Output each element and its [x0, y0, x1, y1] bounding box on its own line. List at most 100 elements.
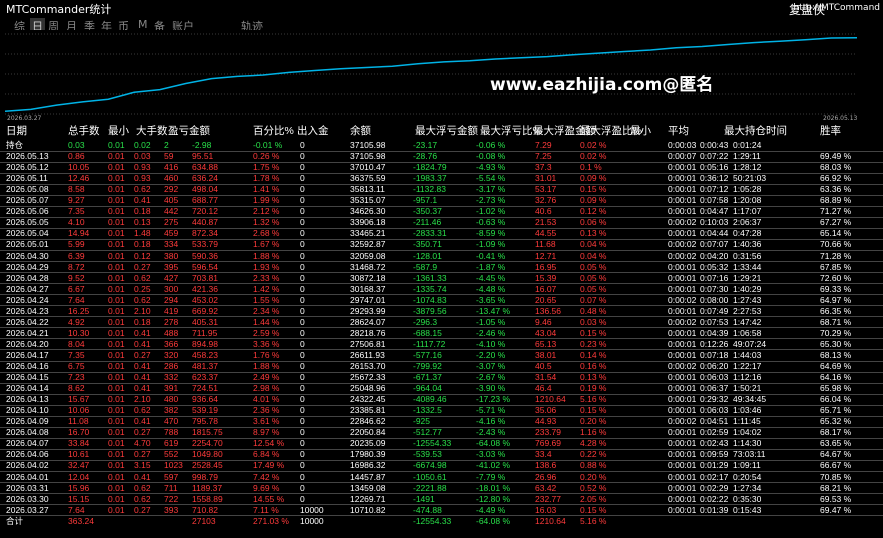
table-cell: 0.13 % [580, 228, 607, 239]
column-header[interactable]: 总手数 [68, 125, 100, 137]
table-row[interactable]: 2026.04.15 7.23 0.01 0.41 332 623.37 2.49 % 0 25… [0, 372, 883, 383]
table-cell: 894.98 [192, 338, 218, 349]
table-row[interactable]: 2026.04.06 10.61 0.01 0.27 552 1049.80 6.84 % 0… [0, 449, 883, 460]
column-header[interactable]: 大手数 [136, 125, 168, 137]
table-row[interactable]: 2026.03.31 15.96 0.01 0.62 711 1189.37 9.69 % 0… [0, 483, 883, 494]
column-header[interactable]: 百分比% [253, 125, 294, 137]
table-cell: 9.52 [68, 272, 85, 283]
table-cell: 453.02 [192, 294, 218, 305]
table-row[interactable]: 2026.04.23 16.25 0.01 2.10 419 669.92 2.34 % 0 2… [0, 306, 883, 317]
watermark-text: www.eazhijia.com@匿名 [490, 75, 714, 95]
table-cell: -128.01 [413, 250, 442, 261]
table-row[interactable]: 2026.04.17 7.35 0.01 0.27 320 458.23 1.76 % 0 26… [0, 350, 883, 361]
column-header[interactable]: 最小 [108, 125, 129, 137]
table-cell: -1117.72 [413, 338, 446, 349]
table-cell: 0.01 [108, 239, 125, 250]
table-row[interactable]: 2026.04.24 7.64 0.01 0.62 294 453.02 1.55 % 0 29… [0, 295, 883, 306]
table-cell: 0.02 % [580, 140, 607, 150]
table-cell: 44.55 [535, 228, 557, 239]
table-row[interactable]: 2026.04.01 12.04 0.01 0.41 597 998.79 7.42 % 0 1… [0, 472, 883, 483]
table-cell: 0.15 % [580, 405, 607, 416]
table-cell: 10710.82 [350, 504, 386, 515]
table-cell: 623.37 [192, 372, 218, 383]
table-cell: 0.01 [108, 162, 125, 173]
table-cell: 711.95 [192, 327, 218, 338]
site-link[interactable]: http://MTCommand [793, 3, 880, 13]
table-cell: 31.54 [535, 372, 557, 383]
table-cell: 24322.45 [350, 394, 386, 405]
table-row[interactable]: 2026.05.11 12.46 0.01 0.93 460 636.24 1.78 % 0 3… [0, 173, 883, 184]
column-header[interactable]: 最大浮亏金额 [415, 125, 478, 137]
table-row[interactable]: 2026.04.28 9.52 0.01 0.62 427 703.81 2.33 % 0 30… [0, 273, 883, 284]
table-cell: 2.33 % [253, 272, 280, 283]
table-row[interactable]: 2026.04.08 16.70 0.01 0.27 788 1815.75 8.97 % 0… [0, 427, 883, 438]
table-cell: 0:00:01 [668, 162, 697, 173]
table-cell: 68.13 % [820, 349, 852, 360]
table-row[interactable]: 2026.04.21 10.30 0.01 0.41 488 711.95 2.59 % 0 2… [0, 328, 883, 339]
table-row[interactable]: 2026.04.10 10.06 0.01 0.62 382 539.19 2.36 % 0 2… [0, 405, 883, 416]
table-cell: 7.29 [535, 140, 552, 150]
column-header[interactable]: 出入金 [297, 125, 329, 137]
table-row[interactable]: 2026.04.27 6.67 0.01 0.25 300 421.36 1.42 % 0 30… [0, 284, 883, 295]
table-cell: 0.01 [108, 361, 125, 371]
table-row[interactable]: 2026.04.22 4.92 0.01 0.18 278 405.31 1.44 % 0 28… [0, 317, 883, 328]
column-header[interactable]: 盈亏金额 [168, 125, 210, 137]
table-cell: 2026.04.27 [6, 283, 49, 294]
table-cell: 0:00:01 [668, 438, 697, 449]
table-cell: -1332.5 [413, 405, 442, 416]
table-cell: 16986.32 [350, 460, 386, 471]
table-row[interactable]: 2026.03.27 7.64 0.01 0.27 393 710.82 7.11 % 100… [0, 505, 883, 516]
table-cell: 5.16 % [580, 394, 607, 405]
table-cell: 0 [300, 338, 305, 349]
table-row[interactable]: 2026.04.09 11.08 0.01 0.41 470 795.78 3.61 % 0 2… [0, 416, 883, 427]
table-row[interactable]: 2026.05.08 8.58 0.01 0.62 292 498.04 1.41 % 0 35… [0, 184, 883, 195]
table-cell: 0.62 [134, 405, 151, 416]
open-positions-row[interactable]: 持仓 0.03 0.01 0.02 2 -2.98 -0.01 % 0 37105.98 -23.… [0, 140, 883, 151]
table-cell: 2026.04.28 [6, 272, 49, 283]
column-header[interactable]: 最大持仓时间 [724, 125, 787, 137]
table-row[interactable]: 2026.04.14 8.62 0.01 0.41 391 724.51 2.98 % 0 25… [0, 383, 883, 394]
table-cell: 0.27 [134, 504, 151, 515]
table-row[interactable]: 2026.04.02 32.47 0.01 3.15 1023 2528.45 17.49 … [0, 460, 883, 471]
table-cell: 0.15 % [580, 327, 607, 338]
table-cell: 1.44 % [253, 316, 280, 327]
table-cell: 0.15 % [580, 504, 607, 515]
table-cell: -2.67 % [476, 372, 506, 383]
table-row[interactable]: 2026.04.16 6.75 0.01 0.41 286 481.37 1.88 % 0 26… [0, 361, 883, 372]
table-row[interactable]: 2026.04.29 8.72 0.01 0.27 395 596.54 1.93 % 0 31… [0, 262, 883, 273]
table-cell: 320 [164, 349, 179, 360]
column-header[interactable]: 平均 [668, 125, 689, 137]
table-cell: 2026.04.06 [6, 449, 49, 460]
table-cell: 419 [164, 305, 179, 316]
table-cell: 0.13 [134, 217, 151, 228]
table-row[interactable]: 2026.05.07 9.27 0.01 0.41 405 688.77 1.99 % 0 35… [0, 195, 883, 206]
column-header[interactable]: 胜率 [820, 125, 841, 137]
total-cell: 5.16 % [580, 515, 607, 526]
table-cell: 0 [300, 173, 305, 184]
table-cell: 1815.75 [192, 427, 223, 438]
table-row[interactable]: 2026.05.05 4.10 0.01 0.13 275 440.87 1.32 % 0 33… [0, 217, 883, 228]
table-row[interactable]: 2026.05.04 14.94 0.01 1.48 459 872.34 2.68 % 0 3… [0, 228, 883, 239]
table-cell: 0:07:58 [700, 195, 729, 206]
table-row[interactable]: 2026.05.01 5.99 0.01 0.18 334 533.79 1.67 % 0 32… [0, 239, 883, 250]
column-header[interactable]: 日期 [6, 125, 27, 137]
table-row[interactable]: 2026.04.30 6.39 0.01 0.12 380 590.36 1.88 % 0 32… [0, 251, 883, 262]
table-row[interactable]: 2026.04.13 15.67 0.01 2.10 480 936.64 4.01 % 0 2… [0, 394, 883, 405]
table-cell: 0.01 [108, 449, 125, 460]
table-cell: 0:07:12 [700, 184, 729, 195]
table-cell: 33906.18 [350, 217, 386, 228]
table-row[interactable]: 2026.04.20 8.04 0.01 0.41 366 894.98 3.36 % 0 27… [0, 339, 883, 350]
table-row[interactable]: 2026.05.12 10.05 0.01 0.93 416 634.88 1.75 % 0 3… [0, 162, 883, 173]
table-cell: -0.41 % [476, 250, 506, 261]
table-row[interactable]: 2026.05.06 7.35 0.01 0.18 442 720.12 2.12 % 0 34… [0, 206, 883, 217]
table-cell: 0.23 % [580, 338, 607, 349]
table-row[interactable]: 2026.04.07 33.84 0.01 4.70 619 2254.70 12.54 %… [0, 438, 883, 449]
table-cell: 66.92 % [820, 173, 852, 184]
column-header[interactable]: 余额 [350, 125, 371, 137]
table-cell: 405.31 [192, 316, 218, 327]
table-cell: 65.32 % [820, 416, 852, 427]
table-cell: 0 [300, 239, 305, 250]
column-header[interactable]: 最小 [630, 125, 651, 137]
table-row[interactable]: 2026.05.13 0.86 0.01 0.03 59 95.51 0.26 % 0 3710… [0, 151, 883, 162]
table-row[interactable]: 2026.03.30 15.15 0.01 0.62 722 1558.89 14.55 %… [0, 494, 883, 505]
